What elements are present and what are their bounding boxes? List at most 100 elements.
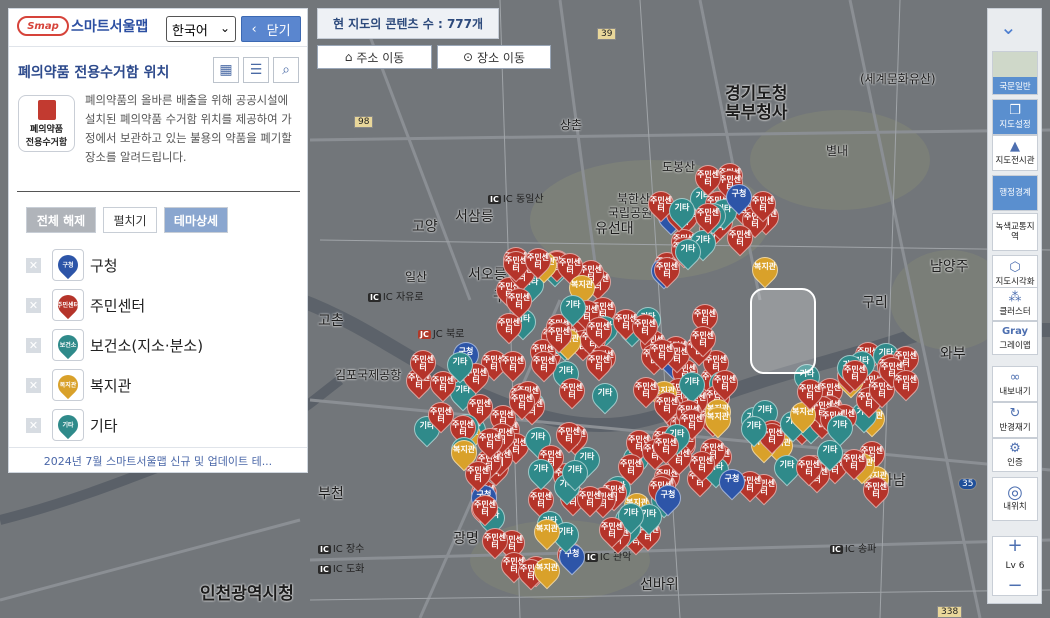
all-off-button[interactable]: 전체 해제	[26, 207, 96, 233]
map-marker[interactable]: 주민센터	[490, 307, 528, 345]
place-move-button[interactable]: ⊙ 장소 이동	[437, 45, 551, 69]
map-marker[interactable]: 주민센터	[593, 511, 631, 549]
expand-button[interactable]: 펼치기	[103, 207, 157, 233]
map-marker[interactable]: 주민센터	[643, 333, 681, 371]
map-marker[interactable]: 주민센터	[580, 344, 618, 382]
map-marker[interactable]: 복지관	[528, 513, 566, 551]
map-marker[interactable]: 기타	[735, 410, 773, 448]
list-view-button[interactable]: ☰	[243, 57, 269, 83]
map-marker[interactable]: 주민센터	[525, 345, 563, 383]
map-marker[interactable]: 복지관	[699, 401, 737, 439]
app-logo[interactable]: Smap 스마트서울맵	[17, 16, 148, 36]
close-icon[interactable]: ✕	[26, 377, 41, 393]
radius-label: 반경재기	[999, 423, 1031, 433]
export-button[interactable]: ∞ 내보내기	[992, 366, 1038, 402]
map-marker[interactable]: 주민센터	[791, 373, 829, 411]
chevron-down-icon[interactable]: ⌄	[1000, 15, 1017, 39]
map-marker[interactable]: 구청	[713, 463, 751, 501]
layer-item[interactable]: ✕ 주민센터 주민센터	[26, 288, 145, 322]
map-marker[interactable]: 주민센터	[647, 427, 685, 465]
map-marker[interactable]: 주민센터	[494, 345, 532, 383]
map-marker[interactable]: 구청	[649, 479, 687, 517]
trash-bin-icon	[37, 99, 56, 120]
auth-button[interactable]: ⚙ 인증	[992, 438, 1038, 472]
map-marker[interactable]: 주민센터	[744, 185, 782, 223]
address-move-button[interactable]: ⌂ 주소 이동	[317, 45, 432, 69]
layers-icon: ❐	[1009, 103, 1021, 118]
road-shield: 39	[597, 28, 617, 40]
notice-link[interactable]: 2024년 7월 스마트서울맵 신규 및 업데이트 테...	[9, 447, 307, 473]
map-label-dobongsan: 도봉산	[662, 160, 696, 174]
map-marker[interactable]: 기타	[669, 233, 707, 271]
map-marker[interactable]: 복지관	[528, 552, 566, 590]
exhibition-button[interactable]: ▲ 지도전시관	[992, 135, 1038, 171]
close-icon[interactable]: ✕	[26, 257, 41, 273]
map-marker[interactable]: 복지관	[746, 251, 784, 289]
basemap-label: 국문일반	[999, 82, 1031, 92]
map-marker[interactable]: 주민센터	[476, 522, 514, 560]
road-shield: 35	[958, 478, 978, 490]
zoom-out-button[interactable]: −	[1007, 577, 1022, 595]
map-marker[interactable]: 주민센터	[471, 422, 509, 460]
content-count: 현 지도의 콘텐츠 수 : 777개	[317, 8, 499, 39]
layer-item[interactable]: ✕ 보건소 보건소(지소·분소)	[26, 328, 203, 362]
map-marker[interactable]: 기타	[522, 453, 560, 491]
map-marker[interactable]: 주민센터	[519, 242, 557, 280]
panel-header: Smap 스마트서울맵 한국어 ⌄ ‹ 닫기	[9, 9, 307, 47]
layer-marker-icon: 주민센터	[52, 289, 84, 321]
my-location-button[interactable]: ◎ 내위치	[992, 477, 1038, 521]
map-marker[interactable]: 주민센터	[459, 455, 497, 493]
language-select[interactable]: 한국어 ⌄	[166, 16, 236, 42]
map-marker[interactable]: 주민센터	[424, 365, 462, 403]
close-icon[interactable]: ✕	[26, 297, 41, 313]
map-marker[interactable]: 주민센터	[466, 489, 504, 527]
map-marker[interactable]: 주민센터	[503, 383, 541, 421]
close-icon[interactable]: ✕	[26, 417, 41, 433]
map-marker[interactable]: 주민센터	[684, 320, 722, 358]
close-panel-button[interactable]: ‹ 닫기	[241, 16, 301, 42]
green-transport-label: 녹색교통지역	[995, 222, 1035, 242]
layer-item[interactable]: ✕ 구청 구청	[26, 248, 118, 282]
map-settings-button[interactable]: ❐ 지도설정	[992, 99, 1038, 135]
map-marker[interactable]: 주민센터	[580, 311, 618, 349]
theme-detail-button[interactable]: 테마상세	[164, 207, 228, 233]
map-marker[interactable]: 주민센터	[706, 364, 744, 402]
zoom-in-button[interactable]: +	[1007, 537, 1022, 555]
theme-icon-label-2: 전용수거함	[25, 137, 68, 148]
search-button[interactable]: ⌕	[273, 57, 299, 83]
map-marker[interactable]: 주민센터	[689, 159, 727, 197]
map-label-gyeonggi-north2: 북부청사	[725, 103, 788, 123]
map-marker[interactable]: 기타	[556, 454, 594, 492]
map-marker[interactable]: 기타	[663, 192, 701, 230]
green-transport-button[interactable]: 녹색교통지역	[992, 213, 1038, 251]
basemap-button[interactable]: 국문일반	[992, 51, 1038, 95]
map-marker[interactable]: 기타	[586, 377, 624, 415]
map-marker[interactable]: 주민센터	[612, 448, 650, 486]
map-marker[interactable]: 주민센터	[553, 372, 591, 410]
layer-item[interactable]: ✕ 기타 기타	[26, 408, 118, 442]
cluster-button[interactable]: ⁂ 클러스터	[992, 287, 1038, 321]
cluster-label: 클러스터	[999, 307, 1031, 317]
map-marker[interactable]: 주민센터	[683, 445, 721, 483]
map-label-gimpo-airport: 김포국제공항	[335, 368, 402, 382]
map-marker[interactable]: 기타	[821, 409, 859, 447]
close-icon[interactable]: ✕	[26, 337, 41, 353]
grid-view-button[interactable]: ▦	[213, 57, 239, 83]
map-marker[interactable]: 구청	[720, 178, 758, 216]
home-icon: ⌂	[344, 50, 353, 64]
map-label-sangchon: 상촌	[560, 118, 583, 132]
admin-boundary-button[interactable]: 행정경계	[992, 175, 1038, 211]
selected-cluster-highlight[interactable]	[750, 288, 816, 374]
gear-icon: ⚙	[1009, 441, 1021, 456]
layer-item[interactable]: ✕ 복지관 복지관	[26, 368, 131, 402]
map-marker[interactable]: 주민센터	[857, 471, 895, 509]
search-icon: ⌕	[282, 62, 290, 78]
radius-button[interactable]: ↻ 반경재기	[992, 402, 1038, 438]
exhibition-label: 지도전시관	[995, 156, 1035, 166]
map-marker[interactable]: 주민센터	[721, 219, 759, 257]
map-marker[interactable]: 주민센터	[689, 197, 727, 235]
map-marker[interactable]: 기타	[554, 289, 592, 327]
map-marker[interactable]: 주민센터	[887, 364, 925, 402]
gray-map-button[interactable]: Gray 그레이맵	[992, 321, 1038, 355]
visualization-label: 지도시각화	[995, 277, 1035, 287]
